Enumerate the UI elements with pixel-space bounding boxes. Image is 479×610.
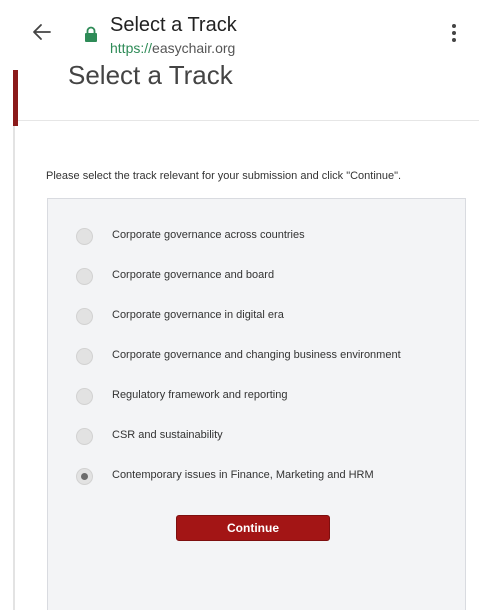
more-vert-icon[interactable]: [448, 22, 460, 46]
track-option[interactable]: Corporate governance and changing busine…: [72, 345, 452, 369]
track-option[interactable]: Corporate governance and board: [72, 265, 452, 289]
track-option[interactable]: Corporate governance in digital era: [72, 305, 452, 329]
page-heading-wrap: Select a Track: [60, 64, 360, 94]
radio-button[interactable]: [76, 228, 93, 245]
track-label: Corporate governance and board: [112, 269, 275, 281]
accent-bar: [13, 70, 18, 126]
radio-button[interactable]: [76, 268, 93, 285]
continue-button[interactable]: Continue: [176, 515, 330, 541]
browser-url[interactable]: https://easychair.org: [110, 40, 235, 56]
track-label: Corporate governance and changing busine…: [112, 349, 401, 361]
radio-button[interactable]: [76, 428, 93, 445]
browser-toolbar: Select a Track https://easychair.org: [0, 0, 479, 64]
track-label: Regulatory framework and reporting: [112, 389, 288, 401]
instruction-text: Please select the track relevant for you…: [46, 170, 402, 182]
arrow-left-icon: [33, 24, 51, 40]
track-label: Contemporary issues in Finance, Marketin…: [112, 469, 374, 481]
header-divider: [18, 120, 479, 121]
track-label: Corporate governance across countries: [112, 229, 305, 241]
radio-button-checked[interactable]: [76, 468, 93, 485]
page-content: Select a Track Please select the track r…: [0, 64, 479, 610]
track-label: Corporate governance in digital era: [112, 309, 284, 321]
page-title: Select a Track: [68, 64, 233, 90]
radio-button[interactable]: [76, 308, 93, 325]
url-scheme: https://: [110, 40, 153, 56]
left-border: [13, 126, 15, 610]
track-option[interactable]: Corporate governance across countries: [72, 225, 452, 249]
track-selection-panel: Corporate governance across countries Co…: [47, 198, 466, 610]
track-option[interactable]: CSR and sustainability: [72, 425, 452, 449]
radio-button[interactable]: [76, 388, 93, 405]
lock-icon: [85, 26, 97, 42]
radio-button[interactable]: [76, 348, 93, 365]
browser-page-title: Select a Track: [110, 14, 237, 36]
track-label: CSR and sustainability: [112, 429, 223, 441]
track-option-selected[interactable]: Contemporary issues in Finance, Marketin…: [72, 465, 452, 489]
url-host: easychair.org: [152, 40, 236, 56]
back-button[interactable]: [30, 20, 54, 44]
track-option[interactable]: Regulatory framework and reporting: [72, 385, 452, 409]
